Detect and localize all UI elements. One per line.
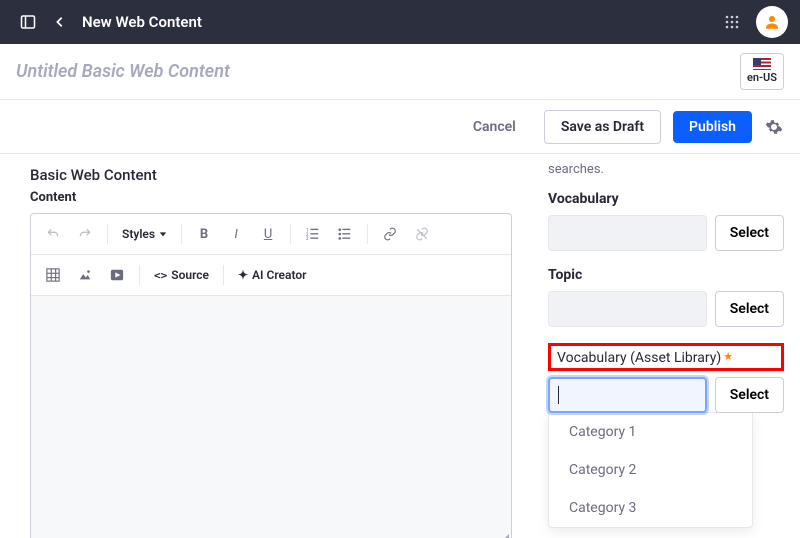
content-label: Content xyxy=(30,190,512,205)
hint-text: searches. xyxy=(548,162,784,177)
locale-selector[interactable]: en-US xyxy=(740,53,784,89)
topic-select-button[interactable]: Select xyxy=(715,291,784,327)
vocabulary-select-button[interactable]: Select xyxy=(715,215,784,251)
topic-input[interactable] xyxy=(548,291,707,327)
back-icon[interactable] xyxy=(44,6,76,38)
redo-icon xyxy=(71,220,99,248)
ai-creator-button[interactable]: ✦AI Creator xyxy=(232,268,312,282)
sidebar-toggle-icon[interactable] xyxy=(12,6,44,38)
category-option[interactable]: Category 3 xyxy=(549,489,752,527)
underline-icon[interactable]: U xyxy=(254,220,282,248)
settings-icon[interactable] xyxy=(764,117,784,137)
unordered-list-icon[interactable] xyxy=(331,220,359,248)
vocab-asset-label: Vocabulary (Asset Library)★ xyxy=(557,350,733,366)
ordered-list-icon[interactable]: 123 xyxy=(299,220,327,248)
svg-text:3: 3 xyxy=(306,237,309,241)
category-option[interactable]: Category 2 xyxy=(549,451,752,489)
required-star-icon: ★ xyxy=(723,350,733,363)
styles-dropdown[interactable]: Styles xyxy=(116,227,173,241)
vocab-asset-highlight: Vocabulary (Asset Library)★ xyxy=(548,343,784,371)
bold-icon[interactable]: B xyxy=(190,220,218,248)
vocabulary-input[interactable] xyxy=(548,215,707,251)
editor-textarea[interactable] xyxy=(31,296,511,538)
resize-handle-icon[interactable] xyxy=(499,534,509,538)
unlink-icon xyxy=(408,220,436,248)
structure-name: Basic Web Content xyxy=(30,166,512,184)
flag-us-icon xyxy=(753,58,771,70)
vocab-asset-input[interactable] xyxy=(548,377,707,413)
category-option[interactable]: Category 1 xyxy=(549,413,752,451)
locale-code: en-US xyxy=(747,72,777,84)
rich-text-editor: Styles B I U 123 <>Source ✦AI Creator xyxy=(30,213,512,538)
topic-label: Topic xyxy=(548,267,784,283)
video-icon[interactable] xyxy=(103,261,131,289)
vocabulary-label: Vocabulary xyxy=(548,191,784,207)
cancel-button[interactable]: Cancel xyxy=(457,111,532,143)
publish-button[interactable]: Publish xyxy=(673,111,752,143)
apps-icon[interactable] xyxy=(716,6,748,38)
image-icon[interactable] xyxy=(71,261,99,289)
table-icon[interactable] xyxy=(39,261,67,289)
save-draft-button[interactable]: Save as Draft xyxy=(544,110,661,144)
header-title: New Web Content xyxy=(82,13,202,31)
source-button[interactable]: <>Source xyxy=(148,268,215,282)
user-avatar[interactable] xyxy=(756,6,788,38)
vocab-asset-select-button[interactable]: Select xyxy=(715,377,784,413)
undo-icon xyxy=(39,220,67,248)
link-icon[interactable] xyxy=(376,220,404,248)
category-dropdown: Category 1 Category 2 Category 3 xyxy=(548,412,753,528)
italic-icon[interactable]: I xyxy=(222,220,250,248)
page-title[interactable]: Untitled Basic Web Content xyxy=(16,61,740,82)
